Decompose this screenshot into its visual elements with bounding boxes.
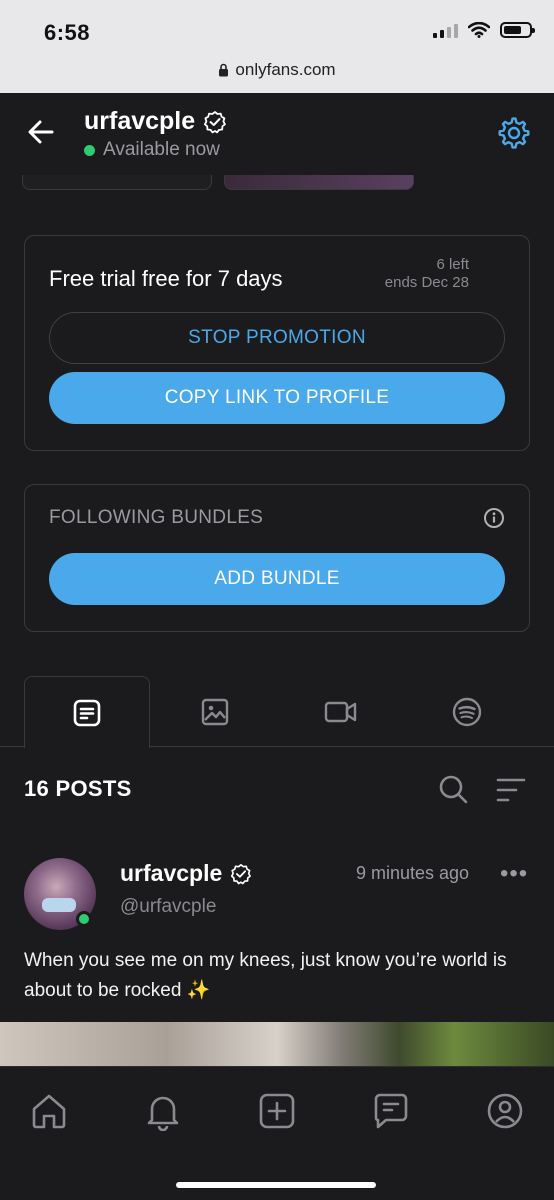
trial-remaining: 6 left — [436, 256, 469, 273]
status-bar: 6:58 onlyfans.com — [0, 0, 554, 93]
home-icon — [32, 1094, 66, 1129]
add-post-icon — [259, 1093, 295, 1129]
bell-icon — [147, 1096, 179, 1131]
lock-icon — [219, 63, 229, 77]
post-author-name: urfavcple — [120, 860, 223, 886]
post-media-image[interactable] — [0, 1022, 554, 1066]
app-root: 6:58 onlyfans.com urfavcple Available no… — [0, 0, 554, 1200]
clock: 6:58 — [44, 20, 91, 45]
more-options-icon[interactable]: ••• — [500, 862, 528, 886]
image-icon — [201, 698, 229, 726]
url-bar[interactable]: onlyfans.com — [0, 60, 554, 80]
profile-header: urfavcple Available now — [0, 93, 554, 175]
verified-icon — [204, 110, 226, 133]
nav-messages[interactable] — [369, 1089, 413, 1133]
gear-icon[interactable] — [496, 115, 532, 151]
profile-icon — [487, 1093, 523, 1129]
nav-home[interactable] — [27, 1089, 71, 1133]
bottom-nav — [0, 1066, 554, 1200]
availability-text: Available now — [103, 139, 220, 160]
spotify-icon — [452, 697, 482, 727]
tab-photos[interactable] — [152, 676, 278, 748]
online-indicator — [76, 911, 92, 927]
home-indicator[interactable] — [176, 1182, 376, 1188]
search-icon[interactable] — [438, 774, 468, 804]
verified-icon — [231, 863, 252, 884]
copy-link-button[interactable]: COPY LINK TO PROFILE — [49, 372, 505, 424]
trial-title: Free trial free for 7 days — [49, 266, 283, 291]
nav-notifications[interactable] — [141, 1089, 185, 1133]
post-caption: When you see me on my knees, just know y… — [24, 950, 507, 1001]
post-text: When you see me on my knees, just know y… — [24, 946, 534, 1006]
post-author[interactable]: urfavcple — [120, 860, 252, 887]
tab-spotify[interactable] — [404, 676, 530, 748]
wifi-icon — [468, 22, 490, 38]
back-arrow-icon[interactable] — [24, 115, 58, 149]
profile-name: urfavcple — [84, 107, 196, 135]
post-handle[interactable]: @urfavcple — [120, 896, 216, 918]
posts-icon — [73, 699, 101, 726]
status-icons — [433, 22, 535, 38]
add-bundle-button[interactable]: ADD BUNDLE — [49, 553, 505, 605]
profile-title: urfavcple — [84, 107, 227, 136]
messages-icon — [374, 1093, 408, 1129]
bundles-title: FOLLOWING BUNDLES — [49, 507, 264, 528]
content-tabs — [0, 676, 554, 748]
signal-icon — [433, 22, 458, 38]
free-trial-card: Free trial free for 7 days 6 left ends D… — [24, 235, 530, 451]
trial-end-date: ends Dec 28 — [384, 274, 469, 291]
battery-icon — [500, 22, 535, 38]
following-bundles-card: FOLLOWING BUNDLES ADD BUNDLE — [24, 484, 530, 632]
video-icon — [324, 701, 357, 723]
url-text: onlyfans.com — [235, 60, 336, 79]
sort-icon[interactable] — [496, 776, 526, 804]
posts-count: 16 POSTS — [24, 776, 132, 801]
trial-meta: 6 left ends Dec 28 — [385, 256, 469, 292]
tab-videos[interactable] — [278, 676, 404, 748]
stop-promotion-button[interactable]: STOP PROMOTION — [49, 312, 505, 364]
availability-status: Available now — [84, 139, 220, 161]
post-timestamp: 9 minutes ago — [356, 863, 470, 883]
info-icon[interactable] — [483, 507, 505, 529]
nav-profile[interactable] — [483, 1089, 527, 1133]
online-dot-icon — [84, 144, 95, 156]
nav-add-post[interactable] — [255, 1089, 299, 1133]
tab-posts[interactable] — [24, 676, 150, 748]
sparkle-emoji: ✨ — [186, 980, 211, 1001]
